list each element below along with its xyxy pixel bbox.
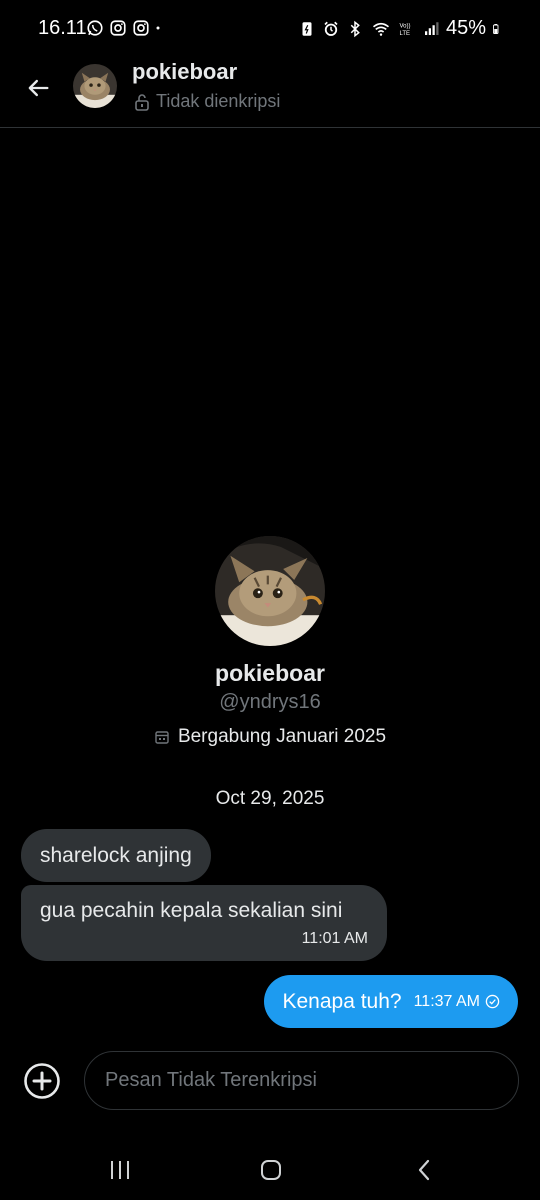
message-time: 11:01 AM [301, 930, 368, 947]
unlock-icon [135, 93, 149, 111]
message-bubble-received[interactable]: sharelock anjing [21, 829, 211, 882]
add-attachment-button[interactable] [22, 1061, 62, 1101]
back-button[interactable] [22, 72, 54, 104]
message-bubble-sent[interactable]: Kenapa tuh? 11:37 AM [264, 975, 518, 1028]
encryption-status-label: Tidak dienkripsi [156, 91, 281, 111]
volte-icon: Vo)) LTE [399, 23, 410, 37]
encryption-status: Tidak dienkripsi [134, 91, 280, 112]
calendar-icon [155, 731, 169, 744]
recents-icon [111, 1161, 129, 1179]
battery-saver-icon [302, 21, 312, 36]
alarm-icon [324, 21, 338, 36]
chevron-left-icon [418, 1159, 430, 1181]
back-arrow-icon [28, 79, 49, 97]
profile-joined: Bergabung Januari 2025 [0, 726, 540, 748]
svg-text:LTE: LTE [399, 31, 410, 37]
profile-joined-label: Bergabung Januari 2025 [177, 726, 387, 747]
notification-icons [86, 19, 167, 37]
sent-check-icon [485, 994, 500, 1009]
dot-icon [156, 26, 160, 30]
profile-name: pokieboar [215, 660, 325, 686]
header-avatar[interactable] [73, 64, 117, 108]
message-text: sharelock anjing [40, 843, 192, 867]
message-bubble-received[interactable]: gua pecahin kepala sekalian sini 11:01 A… [21, 885, 387, 961]
status-bar: 16.11 Vo)) LTE 45% [0, 0, 540, 58]
header-username: pokieboar [132, 59, 238, 84]
instagram-icon [133, 20, 149, 36]
instagram-icon [110, 20, 126, 36]
signal-icon [424, 21, 439, 35]
profile-handle: @yndrys16 [219, 691, 321, 713]
back-nav-button[interactable] [410, 1156, 438, 1184]
cat-avatar-image [73, 64, 117, 108]
message-input[interactable] [105, 1069, 518, 1092]
profile-avatar[interactable] [215, 536, 325, 646]
svg-text:Vo)): Vo)) [399, 23, 410, 29]
home-icon [261, 1160, 281, 1180]
cat-avatar-image [215, 536, 325, 646]
message-meta: 11:37 AM [414, 993, 500, 1011]
recent-apps-button[interactable] [106, 1156, 134, 1184]
date-separator: Oct 29, 2025 [215, 788, 325, 809]
message-time: 11:37 AM [413, 992, 480, 1010]
message-text: Kenapa tuh? [282, 989, 402, 1013]
profile-card: pokieboar @yndrys16 Bergabung Januari 20… [0, 536, 540, 748]
bluetooth-icon [350, 20, 360, 37]
system-icons: Vo)) LTE 45% [298, 17, 504, 40]
wifi-icon [372, 22, 389, 36]
conversation-header: pokieboar Tidak dienkripsi [0, 58, 540, 128]
status-time: 16.11 [38, 17, 87, 39]
message-composer[interactable] [84, 1051, 519, 1110]
plus-circle-icon [24, 1063, 60, 1099]
system-nav-bar [0, 1140, 540, 1200]
message-text: gua pecahin kepala sekalian sini [40, 899, 343, 922]
battery-icon [493, 23, 499, 34]
home-button[interactable] [257, 1156, 285, 1184]
battery-percent: 45% [445, 17, 486, 39]
whatsapp-icon [87, 20, 103, 36]
